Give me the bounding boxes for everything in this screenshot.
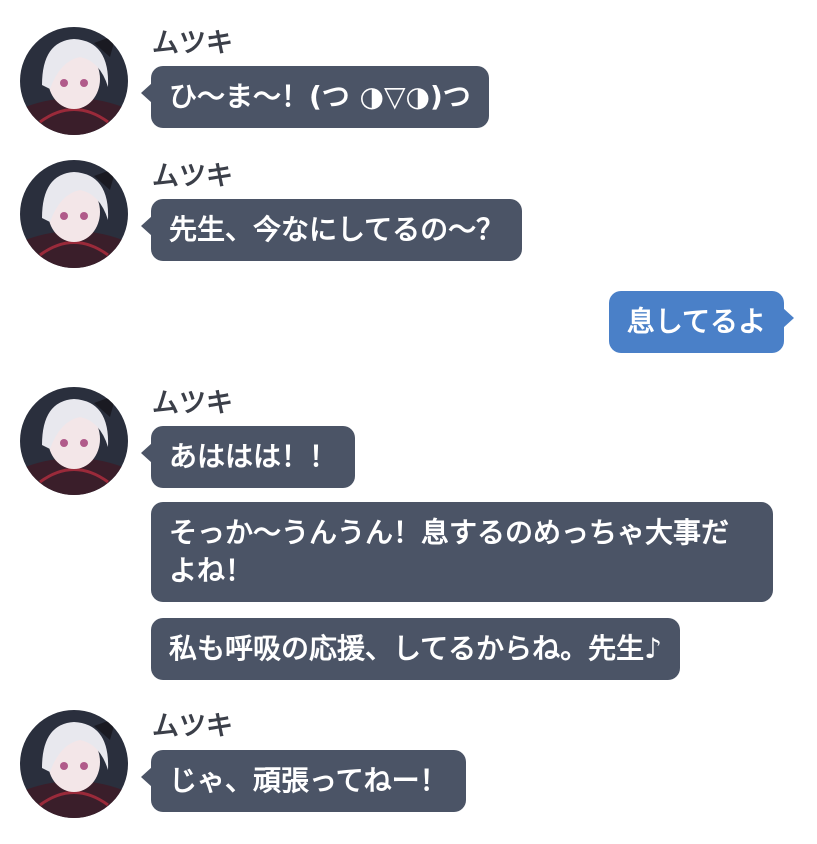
sender-name: ムツキ	[152, 161, 233, 192]
message-bubble-incoming[interactable]: そっか〜うんうん！息するのめっちゃ大事だよね！	[151, 502, 773, 602]
message-bubble-incoming[interactable]: ひ〜ま〜！(つ ◑▽◑)つ	[141, 66, 489, 128]
character-avatar-icon[interactable]	[20, 387, 128, 495]
message-bubble-incoming[interactable]: 先生、今なにしてるの〜？	[140, 199, 523, 261]
message-text: じゃ、頑張ってねー！	[169, 764, 448, 797]
message-text: 息してるよ	[626, 305, 766, 338]
message-bubble-outgoing[interactable]: 息してるよ	[608, 291, 795, 353]
character-avatar-icon[interactable]	[20, 710, 128, 818]
message-bubble-incoming[interactable]: 私も呼吸の応援、してるからね。先生♪	[151, 618, 681, 680]
sender-name: ムツキ	[152, 388, 233, 419]
sender-name: ムツキ	[152, 711, 233, 742]
sender-name: ムツキ	[152, 28, 233, 59]
message-text: 私も呼吸の応援、してるからね。先生♪	[169, 632, 663, 665]
message-text: 先生、今なにしてるの〜？	[169, 213, 505, 246]
message-text: あははは！！	[169, 440, 338, 473]
message-bubble-incoming[interactable]: あははは！！	[140, 426, 356, 488]
message-text: そっか〜うんうん！息するのめっちゃ大事だよね！	[169, 516, 730, 587]
character-avatar-icon[interactable]	[20, 160, 128, 268]
message-text: ひ〜ま〜！(つ ◑▽◑)つ	[169, 80, 471, 113]
message-bubble-incoming[interactable]: じゃ、頑張ってねー！	[141, 750, 466, 812]
character-avatar-icon[interactable]	[20, 27, 128, 135]
